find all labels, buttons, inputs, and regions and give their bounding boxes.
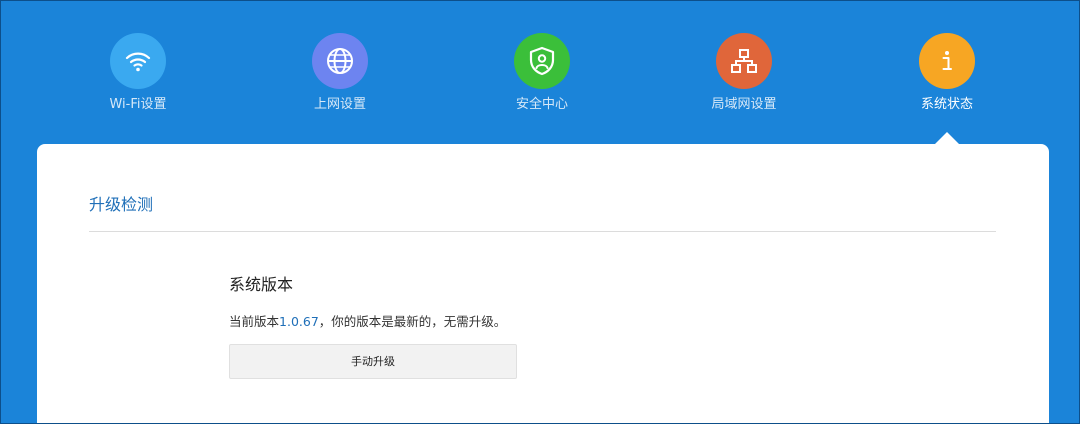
info-icon xyxy=(919,33,975,89)
section-title: 升级检测 xyxy=(89,195,154,214)
version-number: 1.0.67 xyxy=(279,314,319,329)
nav-label: 上网设置 xyxy=(313,97,366,112)
shield-user-icon xyxy=(514,33,570,89)
nav-label: Wi-Fi设置 xyxy=(109,97,167,112)
wifi-icon xyxy=(110,33,166,89)
nav-item-security-center[interactable]: 安全中心 xyxy=(462,33,622,113)
nav-item-internet-settings[interactable]: 上网设置 xyxy=(260,33,420,113)
top-nav: Wi-Fi设置 上网设置 安全中心 局域网设置 系统状态 xyxy=(1,1,1079,144)
content-panel: 升级检测 系统版本 当前版本1.0.67，你的版本是最新的，无需升级。 手动升级 xyxy=(37,144,1049,423)
globe-icon xyxy=(312,33,368,89)
nav-item-lan-settings[interactable]: 局域网设置 xyxy=(664,33,824,113)
version-status-text: 当前版本1.0.67，你的版本是最新的，无需升级。 xyxy=(229,313,506,331)
network-topology-icon xyxy=(716,33,772,89)
nav-label: 局域网设置 xyxy=(711,97,777,112)
manual-upgrade-button[interactable]: 手动升级 xyxy=(229,344,517,379)
app-frame: Wi-Fi设置 上网设置 安全中心 局域网设置 系统状态 升级检测 系统版本 当… xyxy=(0,0,1080,424)
nav-item-wifi-settings[interactable]: Wi-Fi设置 xyxy=(58,33,218,113)
active-tab-pointer xyxy=(935,132,959,144)
divider xyxy=(89,231,996,232)
nav-label: 系统状态 xyxy=(920,97,973,112)
version-suffix: ，你的版本是最新的，无需升级。 xyxy=(318,314,507,329)
system-version-title: 系统版本 xyxy=(229,275,294,294)
nav-item-system-status[interactable]: 系统状态 xyxy=(867,33,1027,113)
version-prefix: 当前版本 xyxy=(229,314,280,329)
nav-label: 安全中心 xyxy=(515,97,568,112)
